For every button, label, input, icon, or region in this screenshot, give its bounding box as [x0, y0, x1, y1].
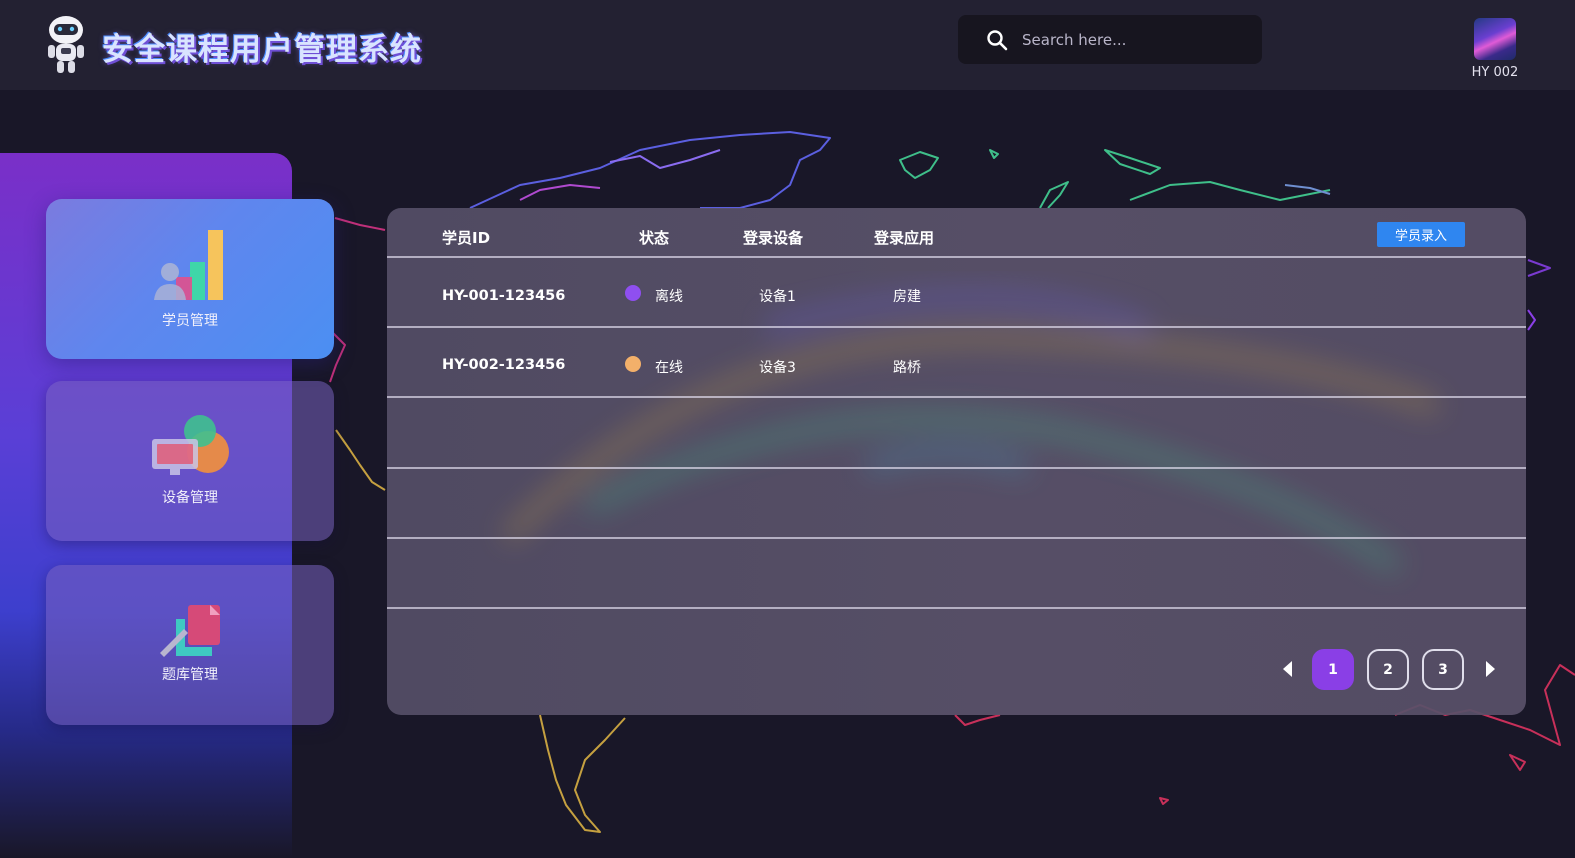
table-divider — [387, 256, 1526, 258]
question-bank-icon — [160, 605, 220, 657]
page-button-3[interactable]: 3 — [1422, 649, 1464, 690]
sidebar-item-student-management[interactable]: 学员管理 — [46, 199, 334, 359]
app-title: 安全课程用户管理系统 — [102, 32, 422, 68]
table-divider — [387, 537, 1526, 539]
status-dot — [625, 285, 641, 301]
monitor-device-icon — [152, 415, 229, 475]
sidebar-item-device-management[interactable]: 设备管理 — [46, 381, 334, 541]
table-divider — [387, 396, 1526, 398]
bar-chart-user-icon — [154, 230, 223, 300]
next-page-icon[interactable] — [1481, 658, 1499, 680]
user-avatar[interactable] — [1474, 18, 1516, 60]
user-name: HY 002 — [1471, 65, 1519, 80]
column-header-login-device: 登录设备 — [743, 229, 804, 247]
device-cell: 设备3 — [759, 360, 796, 376]
app-cell: 路桥 — [893, 360, 921, 376]
status-dot — [625, 356, 641, 372]
sidebar-item-label: 学员管理 — [162, 313, 218, 329]
panel-background-glow — [501, 290, 1440, 575]
student-table-panel: 学员ID 状态 登录设备 登录应用 学员录入 HY-001-123456 离线 … — [387, 208, 1526, 715]
add-student-button[interactable]: 学员录入 — [1377, 222, 1465, 247]
sidebar-item-label: 题库管理 — [162, 667, 218, 683]
prev-page-icon[interactable] — [1279, 658, 1297, 680]
robot-logo-icon — [48, 16, 84, 73]
page-button-2[interactable]: 2 — [1367, 649, 1409, 690]
search-icon[interactable] — [986, 29, 1008, 51]
search-input[interactable] — [1022, 15, 1242, 64]
status-cell: 离线 — [655, 289, 683, 305]
sidebar-item-label: 设备管理 — [162, 490, 218, 506]
page-button-1[interactable]: 1 — [1312, 649, 1354, 690]
table-divider — [387, 467, 1526, 469]
table-divider — [387, 326, 1526, 328]
status-cell: 在线 — [655, 360, 683, 376]
column-header-status: 状态 — [639, 229, 670, 247]
student-id-cell: HY-001-123456 — [442, 288, 566, 304]
column-header-student-id: 学员ID — [442, 229, 491, 247]
device-cell: 设备1 — [759, 289, 796, 305]
column-header-login-app: 登录应用 — [874, 229, 935, 247]
student-id-cell: HY-002-123456 — [442, 357, 566, 373]
search-box[interactable] — [958, 15, 1262, 64]
sidebar-item-question-bank[interactable]: 题库管理 — [46, 565, 334, 725]
top-header: 安全课程用户管理系统 HY 002 — [0, 0, 1575, 90]
app-cell: 房建 — [893, 289, 921, 305]
table-divider — [387, 607, 1526, 609]
